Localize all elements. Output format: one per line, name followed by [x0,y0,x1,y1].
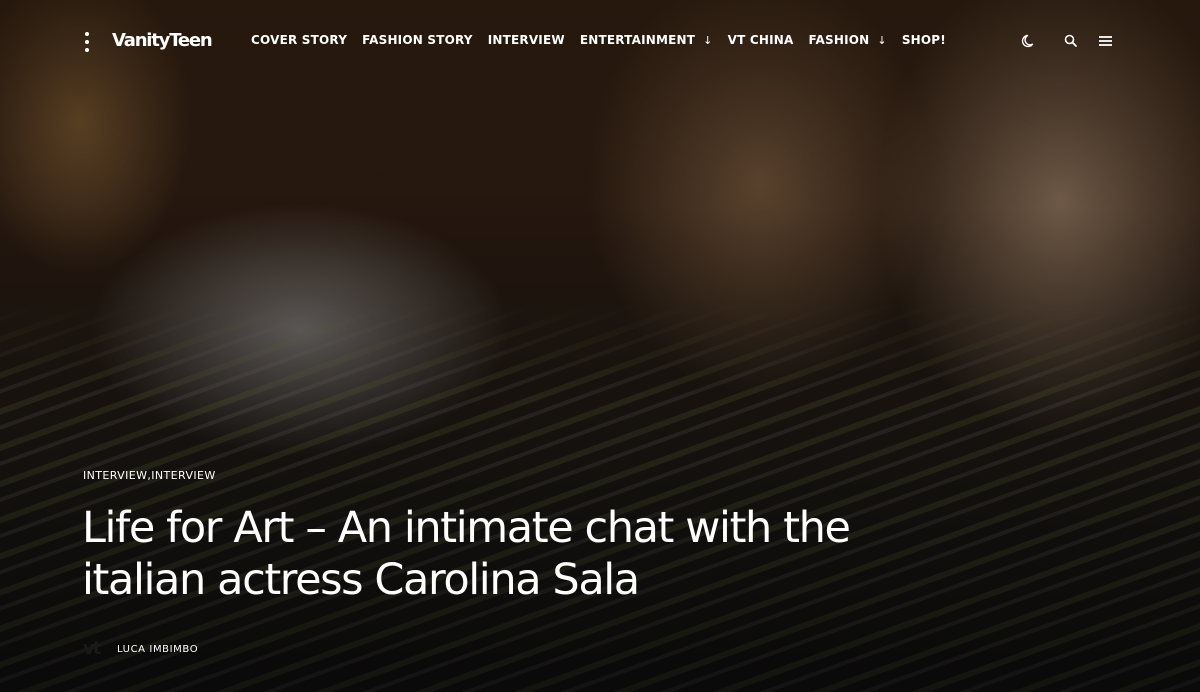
search-icon[interactable] [1062,32,1080,50]
dropdown-arrow-icon[interactable]: ↓ [877,34,886,47]
nav-item-label: FASHION STORY [362,33,473,47]
nav-item-label: VT CHINA [727,33,794,47]
more-options-icon[interactable] [80,30,94,54]
hero-section: VanityTeen COVER STORY FASHION STORY INT… [0,0,1200,692]
site-logo[interactable]: VanityTeen [112,30,213,51]
main-nav: COVER STORY FASHION STORY INTERVIEW ENTE… [251,33,961,47]
nav-item-label: FASHION [808,33,870,47]
nav-item-label: COVER STORY [251,33,348,47]
hamburger-menu-icon[interactable] [1097,32,1115,50]
author-avatar[interactable]: vt [83,638,105,660]
nav-item-cover-story[interactable]: COVER STORY [251,33,347,47]
dropdown-arrow-icon[interactable]: ↓ [703,34,712,47]
author-name[interactable]: LUCA IMBIMBO [117,644,198,655]
nav-item-label: ENTERTAINMENT [579,33,696,47]
site-header: VanityTeen COVER STORY FASHION STORY INT… [0,0,1200,84]
nav-item-entertainment[interactable]: ENTERTAINMENT ↓ [580,33,713,47]
article-title[interactable]: Life for Art – An intimate chat with the… [82,502,982,606]
article-byline: vt LUCA IMBIMBO [83,638,198,660]
nav-item-fashion[interactable]: FASHION ↓ [808,33,886,47]
nav-item-label: INTERVIEW [487,33,565,47]
nav-item-vt-china[interactable]: VT CHINA [728,33,794,47]
nav-item-shop[interactable]: SHOP! [902,33,946,47]
article-category[interactable]: INTERVIEW,INTERVIEW [83,469,216,482]
dark-mode-moon-icon[interactable] [1020,32,1038,50]
nav-item-fashion-story[interactable]: FASHION STORY [362,33,473,47]
nav-item-interview[interactable]: INTERVIEW [488,33,565,47]
nav-item-label: SHOP! [901,33,946,47]
